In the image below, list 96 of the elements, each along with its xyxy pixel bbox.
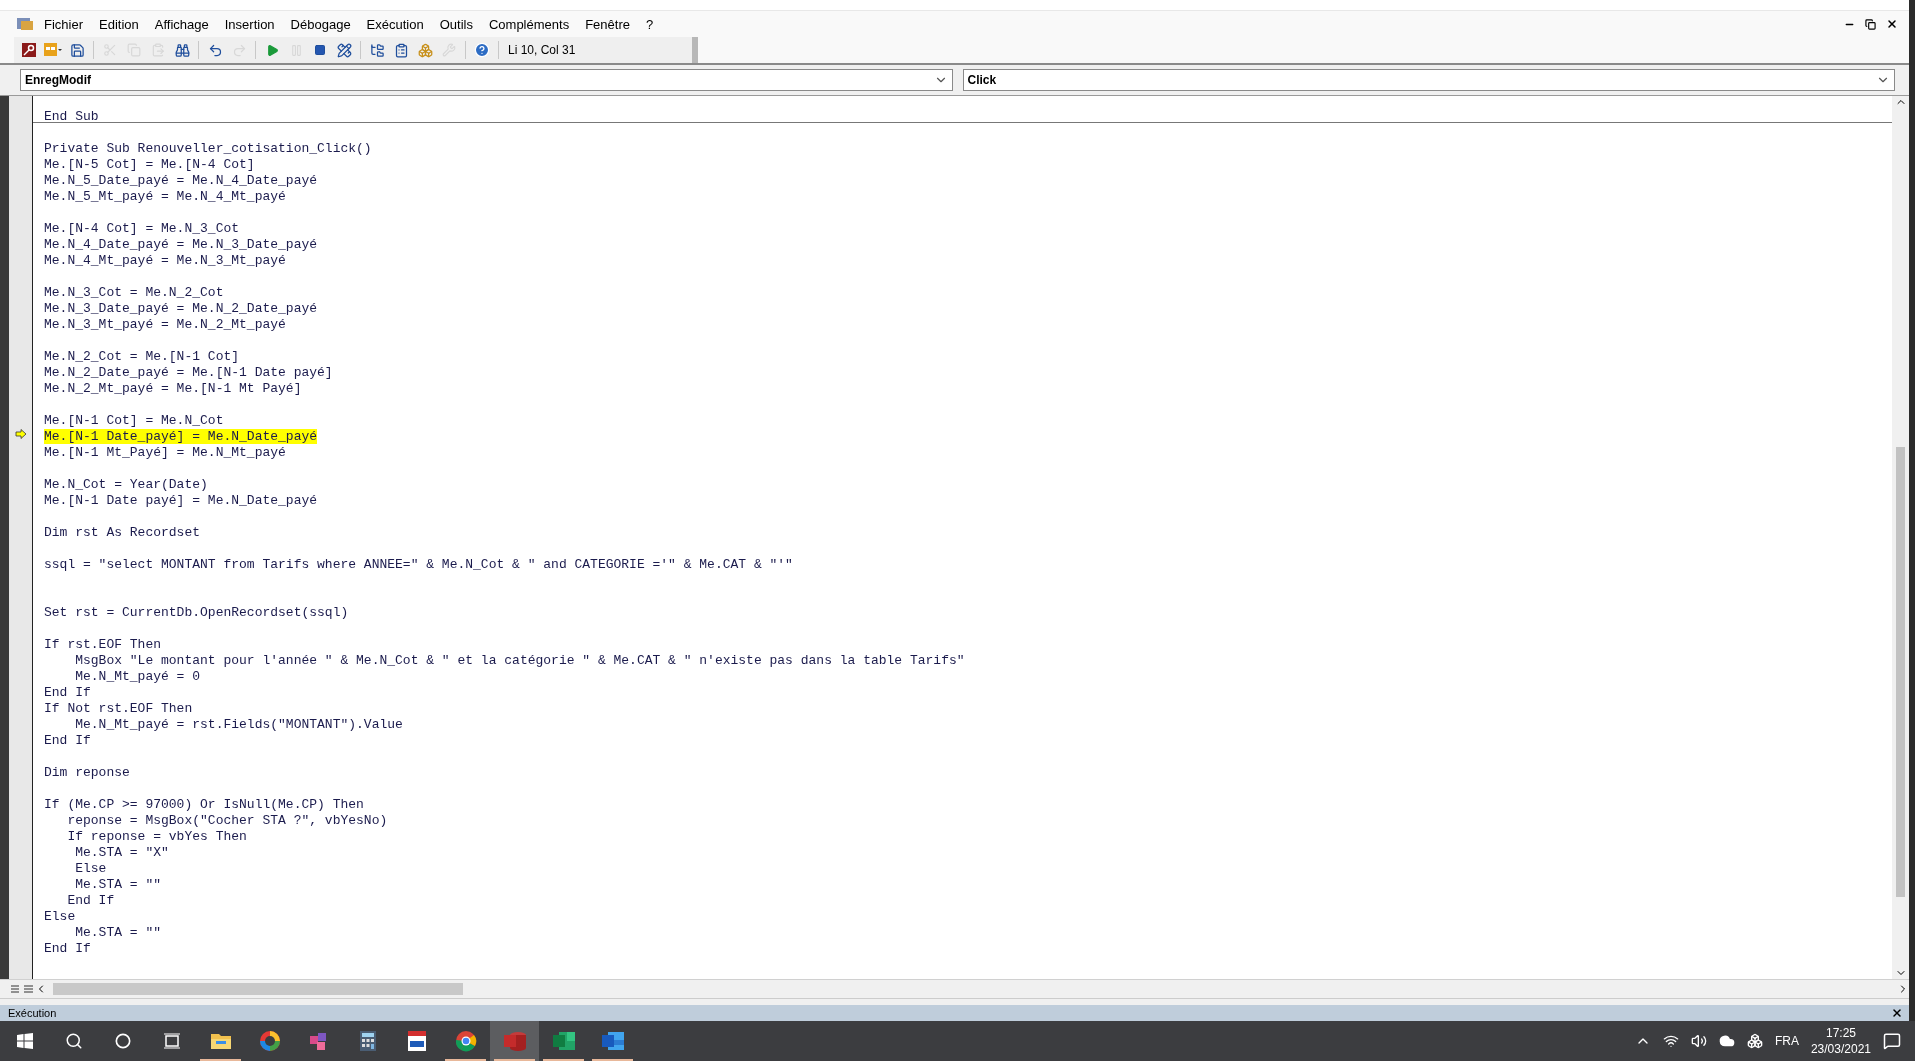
clock-time[interactable]: 17:25 bbox=[1825, 1026, 1856, 1040]
key-icon bbox=[21, 42, 37, 58]
tree-icon bbox=[369, 42, 385, 58]
menu-item[interactable]: Affichage bbox=[148, 13, 215, 35]
code-line: Me.N_Cot = Year(Date) bbox=[44, 477, 208, 492]
code-line: Dim rst As Recordset bbox=[44, 525, 201, 540]
code-line: MsgBox "Le montant pour l'année " & Me.N_Cot & " et la catégorie " & Me.CAT & " n'existe pas dans la table Tarifs" bbox=[74, 653, 965, 668]
wifi-icon[interactable] bbox=[1662, 1033, 1679, 1049]
code-line: Me.STA = "" bbox=[74, 877, 162, 892]
save-icon bbox=[69, 42, 85, 58]
code-line: Me.N_5_Mt_payé = Me.N_4_Mt_payé bbox=[44, 189, 286, 204]
cloud-icon[interactable] bbox=[1718, 1033, 1735, 1049]
scissors-icon bbox=[103, 43, 117, 57]
spreadsheet-icon bbox=[551, 1030, 576, 1052]
code-line: Me.[N-4 Cot] = Me.N_3_Cot bbox=[44, 221, 240, 236]
code-line: If rst.EOF Then bbox=[44, 637, 162, 652]
volume-icon[interactable] bbox=[1690, 1033, 1707, 1049]
code-line: End If bbox=[44, 733, 91, 748]
close-icon bbox=[1886, 18, 1898, 30]
paste-icon bbox=[151, 43, 165, 57]
word-document-icon bbox=[600, 1030, 625, 1052]
list-icon bbox=[393, 42, 409, 58]
horizontal-scrollbar[interactable] bbox=[0, 979, 1909, 998]
app-icon bbox=[16, 16, 34, 32]
menu-item[interactable]: Débogage bbox=[284, 13, 357, 35]
windows-icon bbox=[16, 1033, 33, 1049]
menu-item[interactable]: Edition bbox=[93, 13, 145, 35]
code-line: End Sub bbox=[44, 109, 99, 124]
cursor-position: Li 10, Col 31 bbox=[507, 43, 577, 57]
code-line: Me.N_5_Date_payé = Me.N_4_Date_payé bbox=[44, 173, 318, 188]
code-line: Me.N_3_Date_payé = Me.N_2_Date_payé bbox=[44, 301, 318, 316]
menu-item[interactable]: Exécution bbox=[360, 13, 430, 35]
document-icon bbox=[405, 1030, 428, 1052]
form-icon bbox=[43, 42, 63, 58]
code-line: End If bbox=[44, 685, 91, 700]
redo-icon bbox=[231, 42, 247, 58]
code-line: reponse = MsgBox("Cocher STA ?", vbYesNo) bbox=[66, 813, 388, 828]
code-line: Me.N_2_Date_payé = Me.[N-1 Date payé] bbox=[44, 365, 333, 380]
code-line: Me.N_3_Mt_payé = Me.N_2_Mt_payé bbox=[44, 317, 286, 332]
code-line: If reponse = vbYes Then bbox=[66, 829, 247, 844]
menu-item[interactable]: ? bbox=[639, 13, 660, 35]
menu-item[interactable]: Outils bbox=[433, 13, 479, 35]
stop-icon bbox=[314, 44, 326, 56]
code-line: Me.N_2_Mt_payé = Me.[N-1 Mt Payé] bbox=[44, 381, 302, 396]
code-line: Me.N_4_Mt_payé = Me.N_3_Mt_payé bbox=[44, 253, 286, 268]
code-line: End If bbox=[66, 893, 115, 908]
code-line: Else bbox=[44, 909, 76, 924]
menu-item[interactable]: Fichier bbox=[38, 13, 89, 35]
restore-icon bbox=[1865, 18, 1876, 30]
code-line: Me.STA = "X" bbox=[74, 845, 169, 860]
code-line: Set rst = CurrentDb.OpenRecordset(ssql) bbox=[44, 605, 349, 620]
procedure-dropdown[interactable]: Click bbox=[962, 69, 1895, 91]
code-line: ssql = "select MONTANT from Tarifs where ANNEE=" & Me.N_Cot & " and CATEGORIE ='" & Me.CAT & "'" bbox=[44, 557, 793, 572]
code-line: Me.[N-5 Cot] = Me.[N-4 Cot] bbox=[44, 157, 255, 172]
database-icon bbox=[502, 1030, 527, 1052]
undo-icon bbox=[207, 42, 223, 58]
code-line: Me.[N-1 Mt_Payé] = Me.N_Mt_payé bbox=[44, 445, 286, 460]
code-line: If (Me.CP >= 97000) Or IsNull(Me.CP) Then bbox=[44, 797, 364, 812]
close-icon[interactable] bbox=[1891, 1007, 1903, 1019]
notification-icon[interactable] bbox=[1883, 1032, 1901, 1050]
folder-icon bbox=[209, 1031, 232, 1051]
code-line: End If bbox=[44, 941, 91, 956]
menu-item[interactable]: Fenêtre bbox=[579, 13, 636, 35]
help-icon bbox=[474, 42, 490, 58]
menu-item[interactable]: Insertion bbox=[218, 13, 281, 35]
code-line: If Not rst.EOF Then bbox=[44, 701, 193, 716]
calculator-icon bbox=[358, 1030, 377, 1052]
task-view-icon bbox=[162, 1033, 181, 1049]
code-line: Me.N_2_Cot = Me.[N-1 Cot] bbox=[44, 349, 240, 364]
code-line: Me.N_3_Cot = Me.N_2_Cot bbox=[44, 285, 224, 300]
code-line: Dim reponse bbox=[44, 765, 130, 780]
vertical-scrollbar[interactable] bbox=[1892, 96, 1909, 979]
object-dropdown[interactable]: EnregModif bbox=[20, 69, 953, 91]
menu-item[interactable]: Compléments bbox=[482, 13, 576, 35]
language-indicator[interactable]: FRA bbox=[1774, 1034, 1799, 1048]
code-line: Me.[N-1 Cot] = Me.N_Cot bbox=[44, 413, 224, 428]
panel-title: Exécution bbox=[8, 1007, 57, 1019]
code-line: Me.[N-1 Date payé] = Me.N_Date_payé bbox=[44, 493, 318, 508]
color-wheel-icon bbox=[258, 1030, 281, 1052]
boxes-icon bbox=[417, 42, 433, 58]
code-line: Me.STA = "" bbox=[74, 925, 162, 940]
code-line: Me.N_Mt_payé = 0 bbox=[74, 669, 201, 684]
code-line: Private Sub Renouveller_cotisation_Click() bbox=[44, 141, 372, 156]
view-toggle-icon bbox=[9, 983, 35, 995]
play-icon bbox=[265, 43, 279, 57]
search-icon bbox=[64, 1032, 83, 1050]
circle-icon bbox=[114, 1033, 131, 1049]
clock-date[interactable]: 23/03/2021 bbox=[1810, 1042, 1871, 1056]
boxes-icon[interactable] bbox=[1746, 1033, 1763, 1049]
arrow-icon bbox=[14, 429, 27, 439]
code-line: Me.N_Mt_payé = rst.Fields("MONTANT").Value bbox=[74, 717, 403, 732]
ruler-icon bbox=[336, 42, 352, 58]
binoculars-icon bbox=[174, 42, 190, 58]
code-line: Me.N_4_Date_payé = Me.N_3_Date_payé bbox=[44, 237, 318, 252]
code-line: Else bbox=[74, 861, 107, 876]
browser-icon bbox=[454, 1030, 477, 1052]
